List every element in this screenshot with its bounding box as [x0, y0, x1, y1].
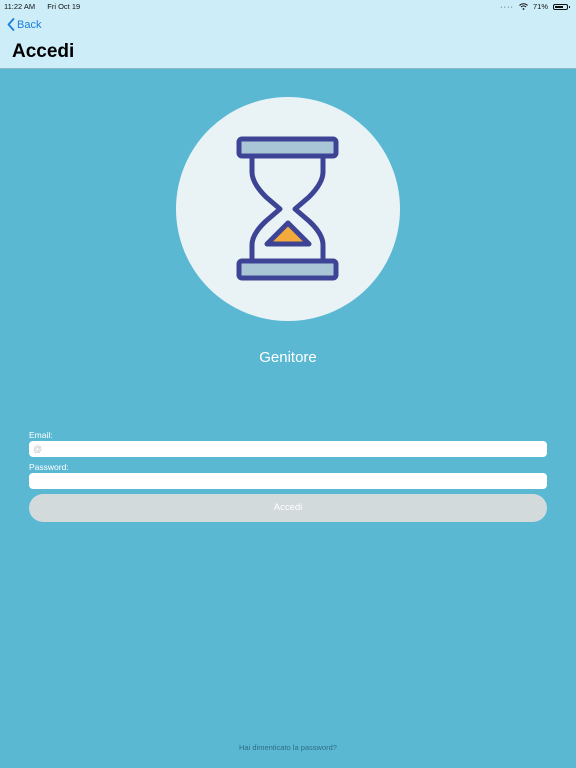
- status-time: 11:22 AM: [4, 2, 36, 11]
- signal-dots-icon: ····: [499, 2, 514, 11]
- email-field[interactable]: [29, 441, 547, 457]
- email-label: Email:: [29, 430, 53, 440]
- status-right: ···· 71%: [499, 2, 570, 11]
- page-title: Accedi: [12, 41, 75, 62]
- back-button[interactable]: Back: [7, 18, 41, 31]
- status-bar: 11:22 AM Fri Oct 19 ···· 71%: [0, 0, 576, 12]
- role-label: Genitore: [259, 349, 317, 366]
- password-label: Password:: [29, 462, 69, 472]
- hourglass-icon: [236, 136, 339, 281]
- password-field[interactable]: [29, 473, 547, 489]
- login-button[interactable]: Accedi: [29, 494, 547, 522]
- forgot-password-link[interactable]: Hai dimenticato la password?: [0, 743, 576, 752]
- status-date: Fri Oct 19: [47, 2, 81, 11]
- chevron-left-icon: [7, 18, 15, 31]
- status-left: 11:22 AM Fri Oct 19: [4, 2, 90, 11]
- battery-icon: [553, 3, 570, 10]
- navigation-bar: Back Accedi: [0, 12, 576, 69]
- profile-avatar: [176, 97, 400, 321]
- wifi-icon: [519, 3, 528, 10]
- back-label: Back: [17, 18, 42, 31]
- battery-percent: 71%: [532, 2, 548, 11]
